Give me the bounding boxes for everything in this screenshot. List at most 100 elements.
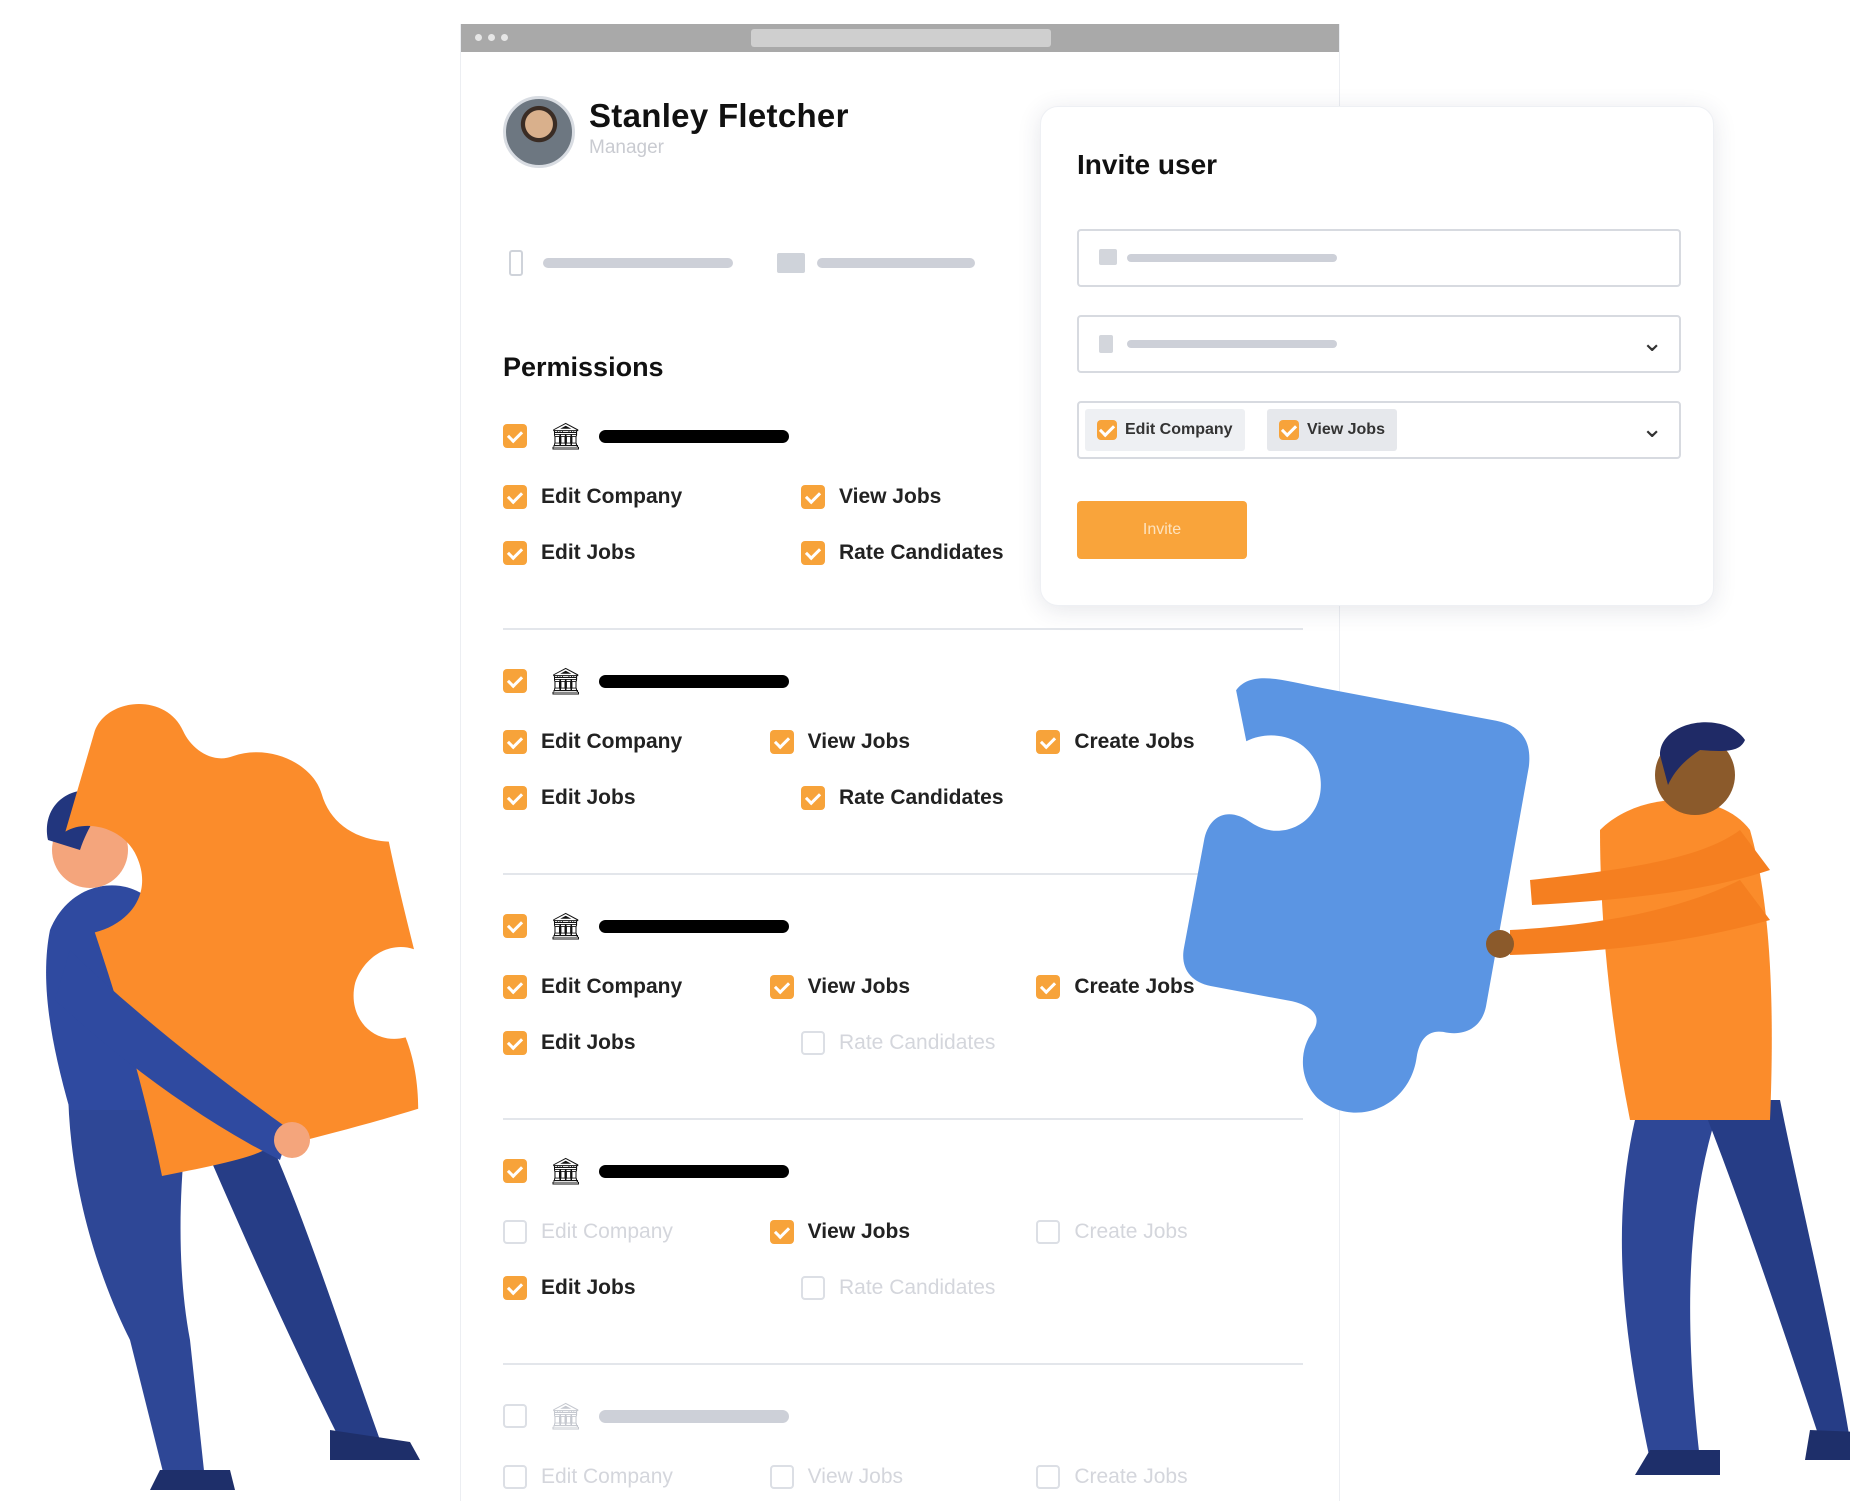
permission-label: Edit Company (541, 1465, 673, 1488)
field-placeholder (1127, 254, 1337, 262)
permission-rate-candidates[interactable]: Rate Candidates (801, 1276, 1099, 1300)
window-dot[interactable] (475, 34, 482, 41)
permission-view-jobs[interactable]: View Jobs (769, 1465, 1037, 1489)
permission-edit-company[interactable]: Edit Company (503, 975, 770, 999)
left-person-hand (274, 1122, 310, 1158)
profile-role: Manager (589, 137, 664, 158)
selected-tag[interactable]: Edit Company (1085, 409, 1245, 451)
group-checkbox[interactable] (503, 424, 527, 448)
window-dot[interactable] (488, 34, 495, 41)
email-field[interactable] (1077, 229, 1681, 287)
permission-checkbox[interactable] (503, 541, 527, 565)
permission-checkbox[interactable] (1036, 1220, 1061, 1244)
permission-view-jobs[interactable]: View Jobs (769, 1220, 1037, 1244)
permission-label: Create Jobs (1074, 975, 1195, 998)
phone-placeholder (543, 258, 733, 268)
permission-checkbox[interactable] (801, 485, 825, 509)
bank-icon: 🏛 (549, 911, 583, 941)
role-select[interactable]: ⌄ (1077, 315, 1681, 373)
mail-icon (1099, 249, 1117, 265)
tag-label: View Jobs (1307, 421, 1385, 438)
permission-label: Create Jobs (1074, 1220, 1188, 1243)
selected-tag[interactable]: View Jobs (1267, 409, 1397, 451)
tag-label: Edit Company (1125, 421, 1233, 438)
phone-icon (509, 250, 523, 276)
right-person-leg (1621, 1100, 1715, 1460)
permission-checkbox[interactable] (769, 1220, 794, 1244)
chevron-down-icon[interactable]: ⌄ (1641, 327, 1663, 358)
chevron-down-icon[interactable]: ⌄ (1641, 413, 1663, 444)
permission-label: Edit Company (541, 485, 683, 508)
permission-edit-jobs[interactable]: Edit Jobs (503, 1276, 801, 1300)
company-name-redacted (599, 429, 789, 443)
permission-edit-company[interactable]: Edit Company (503, 1465, 770, 1489)
company-name-redacted (599, 919, 789, 933)
email-placeholder (817, 258, 975, 268)
permission-edit-jobs[interactable]: Edit Jobs (503, 1031, 801, 1055)
permission-view-jobs[interactable]: View Jobs (769, 975, 1037, 999)
permission-edit-jobs[interactable]: Edit Jobs (503, 541, 801, 565)
permissions-multiselect[interactable]: Edit Company View Jobs ⌄ (1077, 401, 1681, 459)
permission-edit-company[interactable]: Edit Company (503, 730, 770, 754)
permission-rate-candidates[interactable]: Rate Candidates (801, 786, 1099, 810)
permission-label: Create Jobs (1074, 1465, 1188, 1488)
window-controls[interactable] (475, 34, 508, 41)
bank-icon: 🏛 (549, 1401, 583, 1431)
bank-icon: 🏛 (549, 1156, 583, 1186)
permissions-title: Permissions (503, 352, 664, 382)
permission-checkbox[interactable] (801, 786, 825, 810)
permission-label: Rate Candidates (839, 1031, 996, 1054)
role-icon (1099, 335, 1113, 353)
mail-icon (777, 253, 805, 273)
invite-button[interactable]: Invite (1077, 501, 1247, 559)
blue-puzzle-piece (1183, 678, 1530, 1113)
profile-header: Stanley Fletcher Manager (503, 96, 849, 168)
permission-checkbox[interactable] (769, 1465, 794, 1489)
permission-checkbox[interactable] (769, 975, 794, 999)
permission-checkbox[interactable] (1036, 1465, 1061, 1489)
permission-label: Edit Jobs (541, 1031, 636, 1054)
bank-icon: 🏛 (549, 666, 583, 696)
permission-label: View Jobs (807, 1220, 910, 1243)
permission-label: View Jobs (807, 975, 910, 998)
permission-edit-jobs[interactable]: Edit Jobs (503, 786, 801, 810)
permission-checkbox[interactable] (801, 1031, 825, 1055)
right-person-hand (1486, 930, 1514, 958)
permission-label: Rate Candidates (839, 786, 1004, 809)
permission-checkbox[interactable] (801, 1276, 825, 1300)
window-dot[interactable] (501, 34, 508, 41)
right-person-shoe (1805, 1430, 1850, 1460)
person-left-illustration (46, 704, 420, 1490)
permission-label: Rate Candidates (839, 1276, 996, 1299)
permission-label: Create Jobs (1074, 730, 1195, 753)
permission-checkbox[interactable] (1036, 730, 1061, 754)
permission-edit-company[interactable]: Edit Company (503, 1220, 770, 1244)
permission-checkbox[interactable] (503, 485, 527, 509)
permission-label: Edit Company (541, 975, 683, 998)
tag-checkbox (1097, 420, 1117, 440)
permission-rate-candidates[interactable]: Rate Candidates (801, 1031, 1099, 1055)
permission-label: View Jobs (807, 1465, 904, 1488)
permission-checkbox[interactable] (769, 730, 794, 754)
company-name-redacted (599, 1409, 789, 1423)
permission-label: Edit Jobs (541, 1276, 636, 1299)
permission-label: Edit Company (541, 1220, 673, 1243)
right-person-shoe (1635, 1450, 1720, 1475)
permission-edit-company[interactable]: Edit Company (503, 485, 801, 509)
permission-label: Edit Jobs (541, 786, 636, 809)
group-checkbox[interactable] (503, 669, 527, 693)
group-divider (503, 628, 1303, 630)
window-titlebar (461, 24, 1339, 52)
field-placeholder (1127, 340, 1337, 348)
permission-label: View Jobs (807, 730, 910, 753)
tag-checkbox (1279, 420, 1299, 440)
permission-checkbox[interactable] (801, 541, 825, 565)
bank-icon: 🏛 (549, 421, 583, 451)
address-bar[interactable] (751, 29, 1051, 47)
permission-checkbox[interactable] (1036, 975, 1061, 999)
permission-label: Edit Company (541, 730, 683, 753)
permission-label: Edit Jobs (541, 541, 636, 564)
company-name-redacted (599, 674, 789, 688)
permission-view-jobs[interactable]: View Jobs (769, 730, 1037, 754)
left-person-shoe (150, 1470, 235, 1490)
